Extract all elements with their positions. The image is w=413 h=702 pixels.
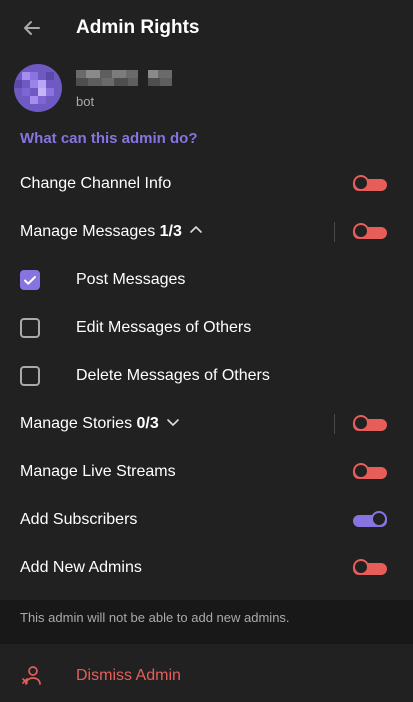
toggle-switch[interactable] <box>353 175 387 193</box>
right-manage-messages[interactable]: Manage Messages 1/3 <box>0 208 413 256</box>
right-count: 0/3 <box>136 415 159 432</box>
permission-edit-messages[interactable]: Edit Messages of Others <box>0 304 413 352</box>
right-add-subscribers[interactable]: Add Subscribers <box>0 496 413 544</box>
right-manage-live-streams[interactable]: Manage Live Streams <box>0 448 413 496</box>
admin-subtitle: bot <box>76 94 95 109</box>
toggle-switch[interactable] <box>353 463 387 481</box>
right-label: Manage Messages 1/3 <box>20 208 204 256</box>
dismiss-admin-button[interactable]: Dismiss Admin <box>0 652 413 700</box>
toggle-switch[interactable] <box>353 511 387 529</box>
right-add-new-admins[interactable]: Add New Admins <box>0 544 413 592</box>
back-button[interactable] <box>20 16 44 40</box>
remove-user-icon <box>22 666 41 685</box>
header: Admin Rights <box>0 0 413 56</box>
toggle-switch[interactable] <box>353 223 387 241</box>
arrow-left-icon <box>24 21 40 35</box>
admin-profile: bot <box>0 60 413 120</box>
right-label: Change Channel Info <box>20 175 172 192</box>
checkbox-unchecked[interactable] <box>20 366 40 386</box>
right-change-channel-info[interactable]: Change Channel Info <box>0 160 413 208</box>
vertical-divider <box>334 222 335 242</box>
right-label-text: Manage Messages <box>20 223 156 240</box>
section-title: What can this admin do? <box>20 130 198 147</box>
right-label: Add New Admins <box>20 559 142 576</box>
page-title: Admin Rights <box>76 17 200 38</box>
check-icon <box>24 276 36 285</box>
toggle-switch[interactable] <box>353 559 387 577</box>
dismiss-admin-label: Dismiss Admin <box>76 667 181 684</box>
right-manage-stories[interactable]: Manage Stories 0/3 <box>0 400 413 448</box>
permission-post-messages[interactable]: Post Messages <box>0 256 413 304</box>
vertical-divider <box>334 414 335 434</box>
admin-name-redacted <box>76 70 172 86</box>
toggle-switch[interactable] <box>353 415 387 433</box>
permission-label: Delete Messages of Others <box>76 367 270 384</box>
right-label: Manage Live Streams <box>20 463 176 480</box>
right-label-text: Manage Stories <box>20 415 133 432</box>
permission-label: Post Messages <box>76 271 186 288</box>
right-label: Manage Stories 0/3 <box>20 400 181 448</box>
permission-delete-messages[interactable]: Delete Messages of Others <box>0 352 413 400</box>
info-note-text: This admin will not be able to add new a… <box>20 610 290 625</box>
avatar <box>14 64 62 112</box>
checkbox-checked[interactable] <box>20 270 40 290</box>
checkbox-unchecked[interactable] <box>20 318 40 338</box>
admin-rights-screen: Admin Rights bot What can this admin do?… <box>0 0 413 702</box>
chevron-up-icon[interactable] <box>188 222 204 238</box>
info-note: This admin will not be able to add new a… <box>0 600 413 644</box>
right-label: Add Subscribers <box>20 511 138 528</box>
right-count: 1/3 <box>159 223 182 240</box>
chevron-down-icon[interactable] <box>165 414 181 430</box>
permission-label: Edit Messages of Others <box>76 319 252 336</box>
